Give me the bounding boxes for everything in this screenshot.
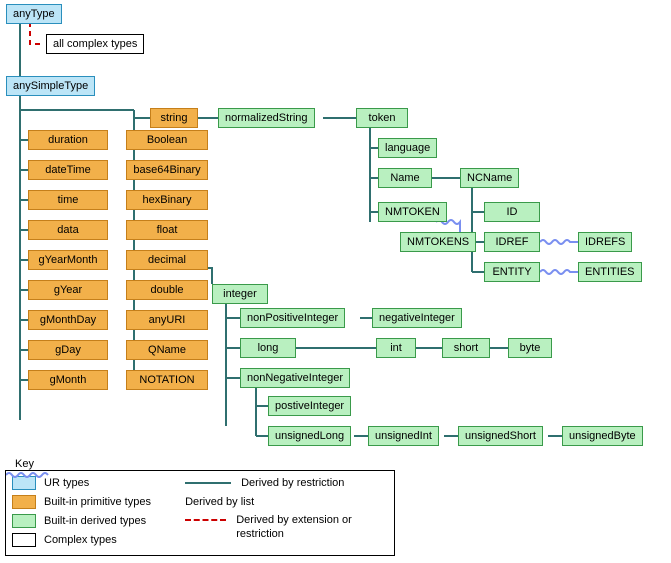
node-unsignedShort: unsignedShort [458, 426, 543, 446]
node-IDREF: IDREF [484, 232, 540, 252]
node-ID: ID [484, 202, 540, 222]
node-Name: Name [378, 168, 432, 188]
node-negativeInteger: negativeInteger [372, 308, 462, 328]
node-integer: integer [212, 284, 268, 304]
legend-label-list: Derived by list [185, 496, 254, 508]
node-short: short [442, 338, 490, 358]
node-duration: duration [28, 130, 108, 150]
legend-label-deriv: Built-in derived types [44, 515, 146, 527]
node-gDay: gDay [28, 340, 108, 360]
node-double: double [126, 280, 208, 300]
legend-swatch-deriv [12, 514, 36, 528]
node-IDREFS: IDREFS [578, 232, 632, 252]
node-gMonthDay: gMonthDay [28, 310, 108, 330]
node-byte: byte [508, 338, 552, 358]
node-data: data [28, 220, 108, 240]
node-ENTITIES: ENTITIES [578, 262, 642, 282]
node-string: string [150, 108, 198, 128]
node-normalizedString: normalizedString [218, 108, 315, 128]
node-gMonth: gMonth [28, 370, 108, 390]
node-unsignedByte: unsignedByte [562, 426, 643, 446]
legend-label-complex: Complex types [44, 534, 117, 546]
node-gYear: gYear [28, 280, 108, 300]
legend-label-prim: Built-in primitive types [44, 496, 151, 508]
node-dateTime: dateTime [28, 160, 108, 180]
legend-line-extension [185, 519, 226, 521]
node-nonNegativeInteger: nonNegativeInteger [240, 368, 350, 388]
legend-swatch-complex [12, 533, 36, 547]
legend-title: Key [12, 458, 37, 470]
node-nonPositiveInteger: nonPositiveInteger [240, 308, 345, 328]
node-NMTOKENS: NMTOKENS [400, 232, 476, 252]
legend-box: UR types Built-in primitive types Built-… [5, 470, 395, 556]
node-base64Binary: base64Binary [126, 160, 208, 180]
node-decimal: decimal [126, 250, 208, 270]
node-time: time [28, 190, 108, 210]
node-NCName: NCName [460, 168, 519, 188]
node-hexBinary: hexBinary [126, 190, 208, 210]
node-long: long [240, 338, 296, 358]
node-gYearMonth: gYearMonth [28, 250, 108, 270]
node-ENTITY: ENTITY [484, 262, 540, 282]
node-QName: QName [126, 340, 208, 360]
node-int: int [376, 338, 416, 358]
node-anyURI: anyURI [126, 310, 208, 330]
legend-label-restriction: Derived by restriction [241, 477, 344, 489]
legend-label-extension: Derived by extension or restriction [236, 513, 385, 541]
legend-swatch-prim [12, 495, 36, 509]
node-float: float [126, 220, 208, 240]
node-anyType: anyType [6, 4, 62, 24]
node-anySimpleType: anySimpleType [6, 76, 95, 96]
node-unsignedInt: unsignedInt [368, 426, 439, 446]
node-Boolean: Boolean [126, 130, 208, 150]
node-all-complex-types: all complex types [46, 34, 144, 54]
node-NOTATION: NOTATION [126, 370, 208, 390]
node-positiveInteger: postiveInteger [268, 396, 351, 416]
node-unsignedLong: unsignedLong [268, 426, 351, 446]
node-token: token [356, 108, 408, 128]
node-language: language [378, 138, 437, 158]
legend-line-restriction [185, 482, 231, 484]
legend-line-list [6, 471, 52, 479]
node-NMTOKEN: NMTOKEN [378, 202, 447, 222]
